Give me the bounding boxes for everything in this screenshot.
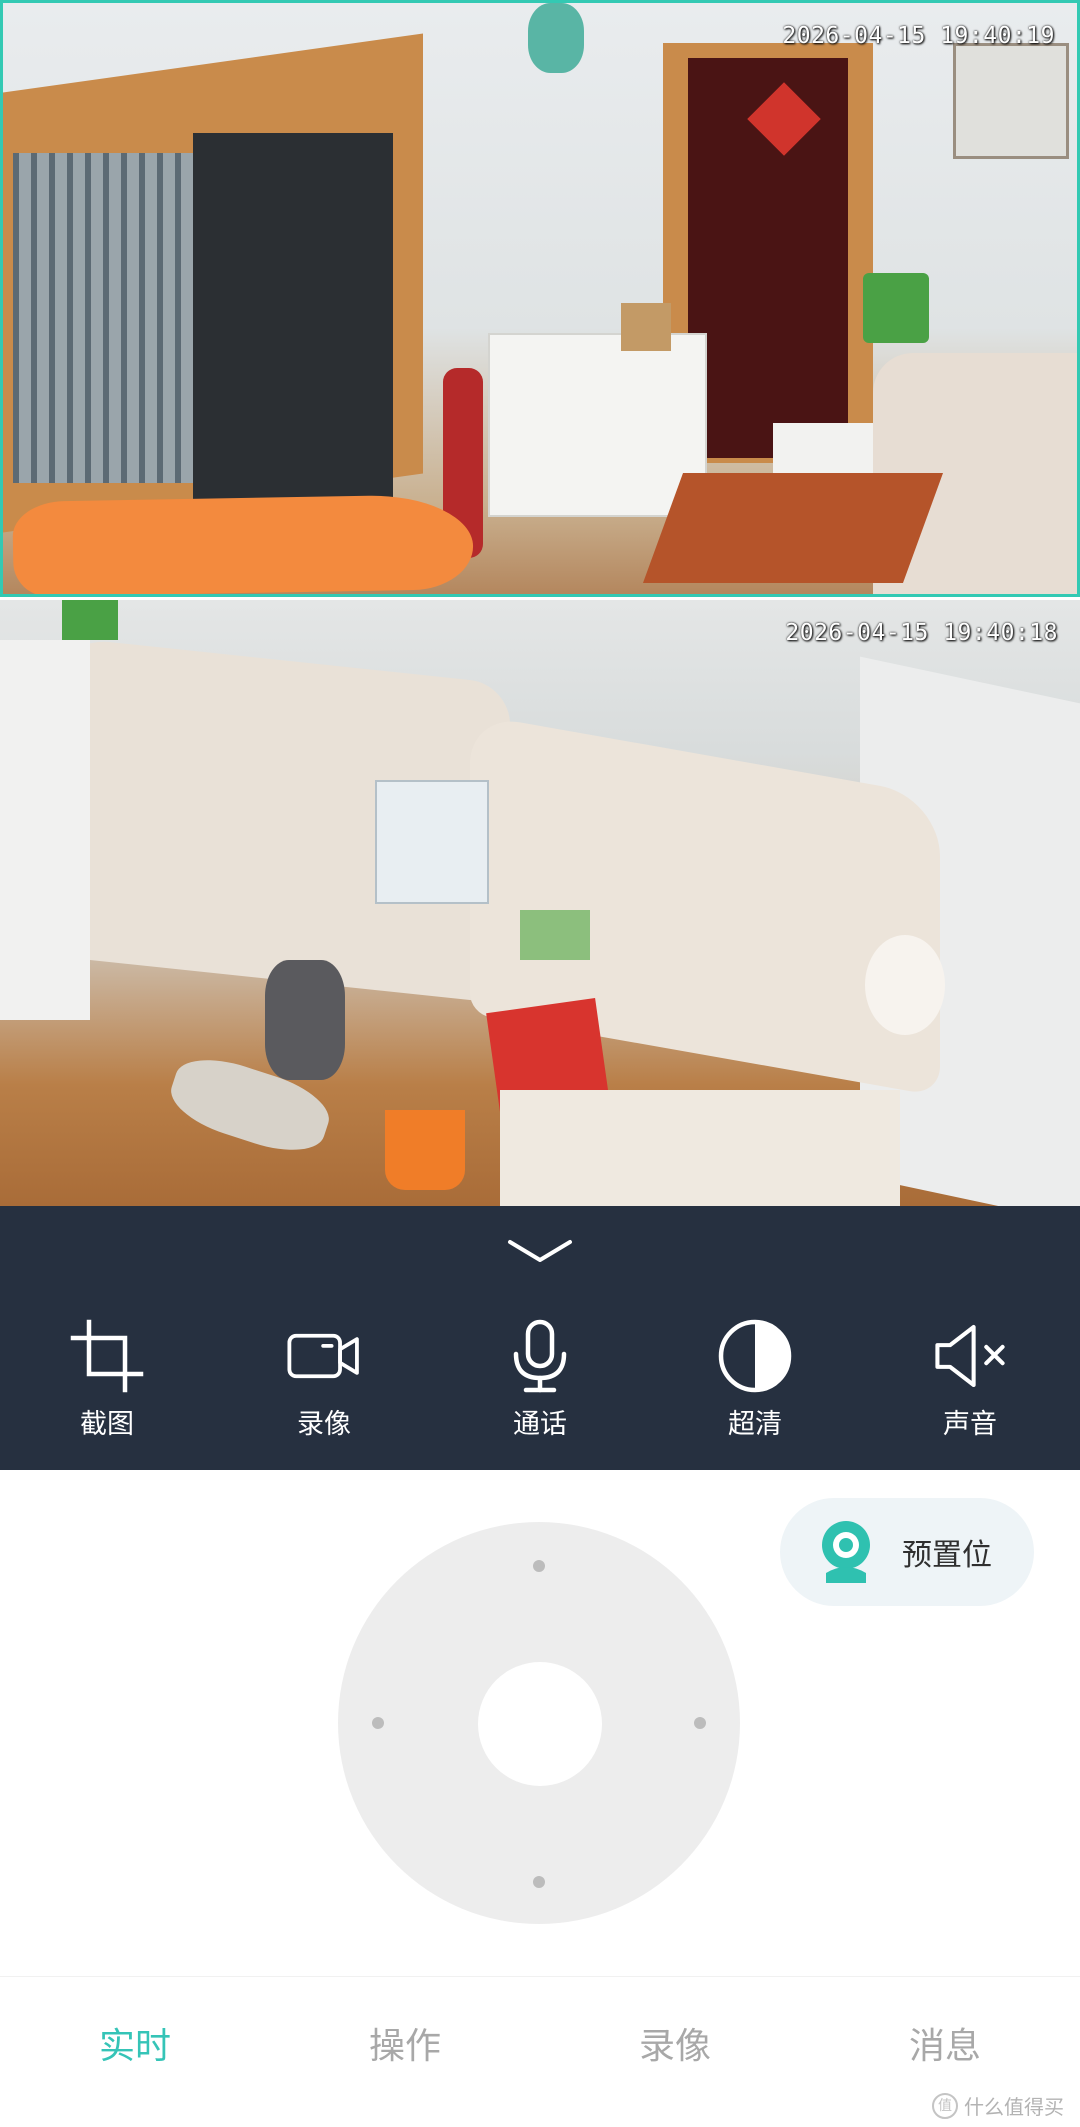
- sound-label: 声音: [943, 1409, 997, 1440]
- collapse-button[interactable]: [502, 1232, 578, 1272]
- sound-button[interactable]: 声音: [900, 1318, 1040, 1448]
- talk-label: 通话: [513, 1409, 567, 1440]
- bucket: [385, 1110, 465, 1190]
- crop-icon: [69, 1318, 145, 1394]
- side-table: [0, 640, 90, 1020]
- nav-tab-live[interactable]: 实时: [0, 1977, 270, 2127]
- storage-box: [375, 780, 489, 904]
- coffee-table: [500, 1090, 900, 1206]
- speaker-muted-icon: [932, 1318, 1008, 1394]
- feed-timestamp: 2026-04-15 19:40:19: [782, 23, 1055, 49]
- screenshot-label: 截图: [80, 1409, 134, 1440]
- preset-label: 预置位: [902, 1538, 992, 1573]
- quality-label: 超清: [728, 1409, 782, 1440]
- preset-position-button[interactable]: 预置位: [780, 1498, 1034, 1606]
- shelf: [953, 43, 1069, 159]
- box: [621, 303, 671, 351]
- watermark: 值 什么值得买: [932, 2091, 1064, 2120]
- ptz-down-dot[interactable]: [533, 1876, 545, 1888]
- watermark-text: 什么值得买: [964, 2095, 1064, 2119]
- microphone-icon: [502, 1318, 578, 1394]
- video-camera-icon: [286, 1318, 362, 1394]
- ptz-joystick[interactable]: [338, 1522, 740, 1924]
- storage-box-2: [520, 910, 590, 960]
- plastic-bag: [265, 960, 345, 1080]
- record-button[interactable]: 录像: [254, 1318, 394, 1448]
- window-grille: [13, 153, 213, 483]
- redaction-overlay: [12, 493, 474, 594]
- record-label: 录像: [297, 1409, 351, 1440]
- feed-timestamp: 2026-04-15 19:40:18: [785, 620, 1058, 646]
- camera-feed-2[interactable]: 2026-04-15 19:40:18: [0, 600, 1080, 1206]
- contrast-icon: [717, 1318, 793, 1394]
- cabinet: [488, 333, 707, 517]
- ptz-center[interactable]: [478, 1662, 602, 1786]
- chevron-down-icon: [508, 1240, 572, 1262]
- teddy-bear: [865, 935, 945, 1035]
- nav-tab-operate[interactable]: 操作: [270, 1977, 540, 2127]
- fish-tank: [62, 600, 118, 640]
- webcam-icon: [822, 1521, 870, 1583]
- fish-tank: [863, 273, 929, 343]
- wall-clock: [528, 3, 584, 73]
- bottom-nav: 实时 操作 录像 消息: [0, 1976, 1080, 2127]
- camera-feed-1[interactable]: 2026-04-15 19:40:19: [0, 0, 1080, 597]
- ptz-up-dot[interactable]: [533, 1560, 545, 1572]
- ptz-left-dot[interactable]: [372, 1717, 384, 1729]
- talk-button[interactable]: 通话: [470, 1318, 610, 1448]
- ptz-right-dot[interactable]: [694, 1717, 706, 1729]
- floor-rug: [642, 473, 944, 583]
- nav-tab-recordings[interactable]: 录像: [540, 1977, 810, 2127]
- watermark-badge: 值: [932, 2092, 958, 2119]
- quality-button[interactable]: 超清: [685, 1318, 825, 1448]
- closet-interior: [193, 133, 393, 503]
- screenshot-button[interactable]: 截图: [37, 1318, 177, 1448]
